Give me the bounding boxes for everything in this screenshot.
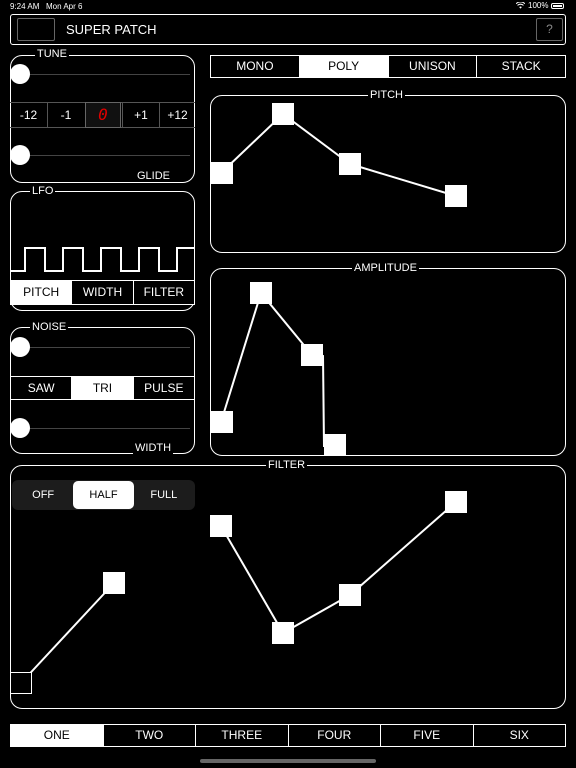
mode-mono-button[interactable]: MONO xyxy=(211,56,299,77)
tune-plus1-button[interactable]: +1 xyxy=(122,102,159,128)
lfo-pitch-button[interactable]: PITCH xyxy=(11,281,72,304)
filter-env-node[interactable] xyxy=(272,622,294,644)
wave-buttons: SAW TRI PULSE xyxy=(10,376,195,400)
wave-pulse-button[interactable]: PULSE xyxy=(132,377,194,399)
glide-slider-track[interactable] xyxy=(22,155,190,156)
tune-minus12-button[interactable]: -12 xyxy=(10,102,47,128)
amp-env-node[interactable] xyxy=(250,282,272,304)
width-label: WIDTH xyxy=(133,442,174,454)
filter-env-curve xyxy=(20,501,457,684)
patch-five-button[interactable]: FIVE xyxy=(380,725,473,746)
noise-slider-track[interactable] xyxy=(22,347,190,348)
filter-env-node[interactable] xyxy=(210,515,232,537)
tune-display: 0 xyxy=(85,102,121,128)
tune-label: TUNE xyxy=(35,48,69,60)
wave-saw-button[interactable]: SAW xyxy=(11,377,72,399)
patch-four-button[interactable]: FOUR xyxy=(287,725,380,746)
lfo-waveform xyxy=(11,247,194,272)
battery-icon xyxy=(551,2,565,9)
amp-env-node[interactable] xyxy=(324,434,346,456)
filter-env-node[interactable] xyxy=(339,584,361,606)
patch-one-button[interactable]: ONE xyxy=(11,725,103,746)
patch-selector: ONE TWO THREE FOUR FIVE SIX xyxy=(10,724,566,747)
mode-unison-button[interactable]: UNISON xyxy=(387,56,477,77)
pitch-env-node[interactable] xyxy=(339,153,361,175)
tune-plus12-button[interactable]: +12 xyxy=(159,102,195,128)
noise-slider-knob[interactable] xyxy=(10,337,30,357)
filter-env-node[interactable] xyxy=(103,572,125,594)
home-indicator[interactable] xyxy=(200,759,376,763)
pitch-env-curve xyxy=(220,112,457,197)
patch-six-button[interactable]: SIX xyxy=(472,725,565,746)
mode-poly-button[interactable]: POLY xyxy=(298,56,388,77)
glide-label: GLIDE xyxy=(135,170,173,182)
patch-three-button[interactable]: THREE xyxy=(195,725,288,746)
patch-icon-box[interactable] xyxy=(17,18,55,41)
lfo-label: LFO xyxy=(30,185,56,197)
tune-buttons: -12 -1 0 +1 +12 xyxy=(10,102,195,128)
status-time: 9:24 AM xyxy=(10,2,40,11)
glide-slider-knob[interactable] xyxy=(10,145,30,165)
mode-stack-button[interactable]: STACK xyxy=(476,56,565,77)
patch-title[interactable]: SUPER PATCH xyxy=(66,22,157,37)
wifi-icon xyxy=(516,2,525,9)
pitch-env-node[interactable] xyxy=(445,185,467,207)
filter-env-node[interactable] xyxy=(10,672,32,694)
filter-env-node[interactable] xyxy=(445,491,467,513)
lfo-width-button[interactable]: WIDTH xyxy=(71,281,133,304)
amp-env-node[interactable] xyxy=(211,411,233,433)
lfo-filter-button[interactable]: FILTER xyxy=(132,281,194,304)
tune-slider-track[interactable] xyxy=(22,74,190,75)
status-date: Mon Apr 6 xyxy=(46,2,83,11)
tune-slider-knob[interactable] xyxy=(10,64,30,84)
voice-mode-buttons: MONO POLY UNISON STACK xyxy=(210,55,566,78)
width-slider-track[interactable] xyxy=(22,428,190,429)
lfo-target-buttons: PITCH WIDTH FILTER xyxy=(10,280,195,305)
wave-tri-button[interactable]: TRI xyxy=(71,377,133,399)
tune-minus1-button[interactable]: -1 xyxy=(47,102,84,128)
status-right: 100% xyxy=(516,1,565,10)
patch-two-button[interactable]: TWO xyxy=(102,725,195,746)
pitch-env-node[interactable] xyxy=(272,103,294,125)
noise-label: NOISE xyxy=(30,321,69,333)
help-button[interactable]: ? xyxy=(536,18,563,41)
width-slider-knob[interactable] xyxy=(10,418,30,438)
pitch-env-node[interactable] xyxy=(211,162,233,184)
amp-env-node[interactable] xyxy=(301,344,323,366)
battery-percent: 100% xyxy=(528,1,549,10)
